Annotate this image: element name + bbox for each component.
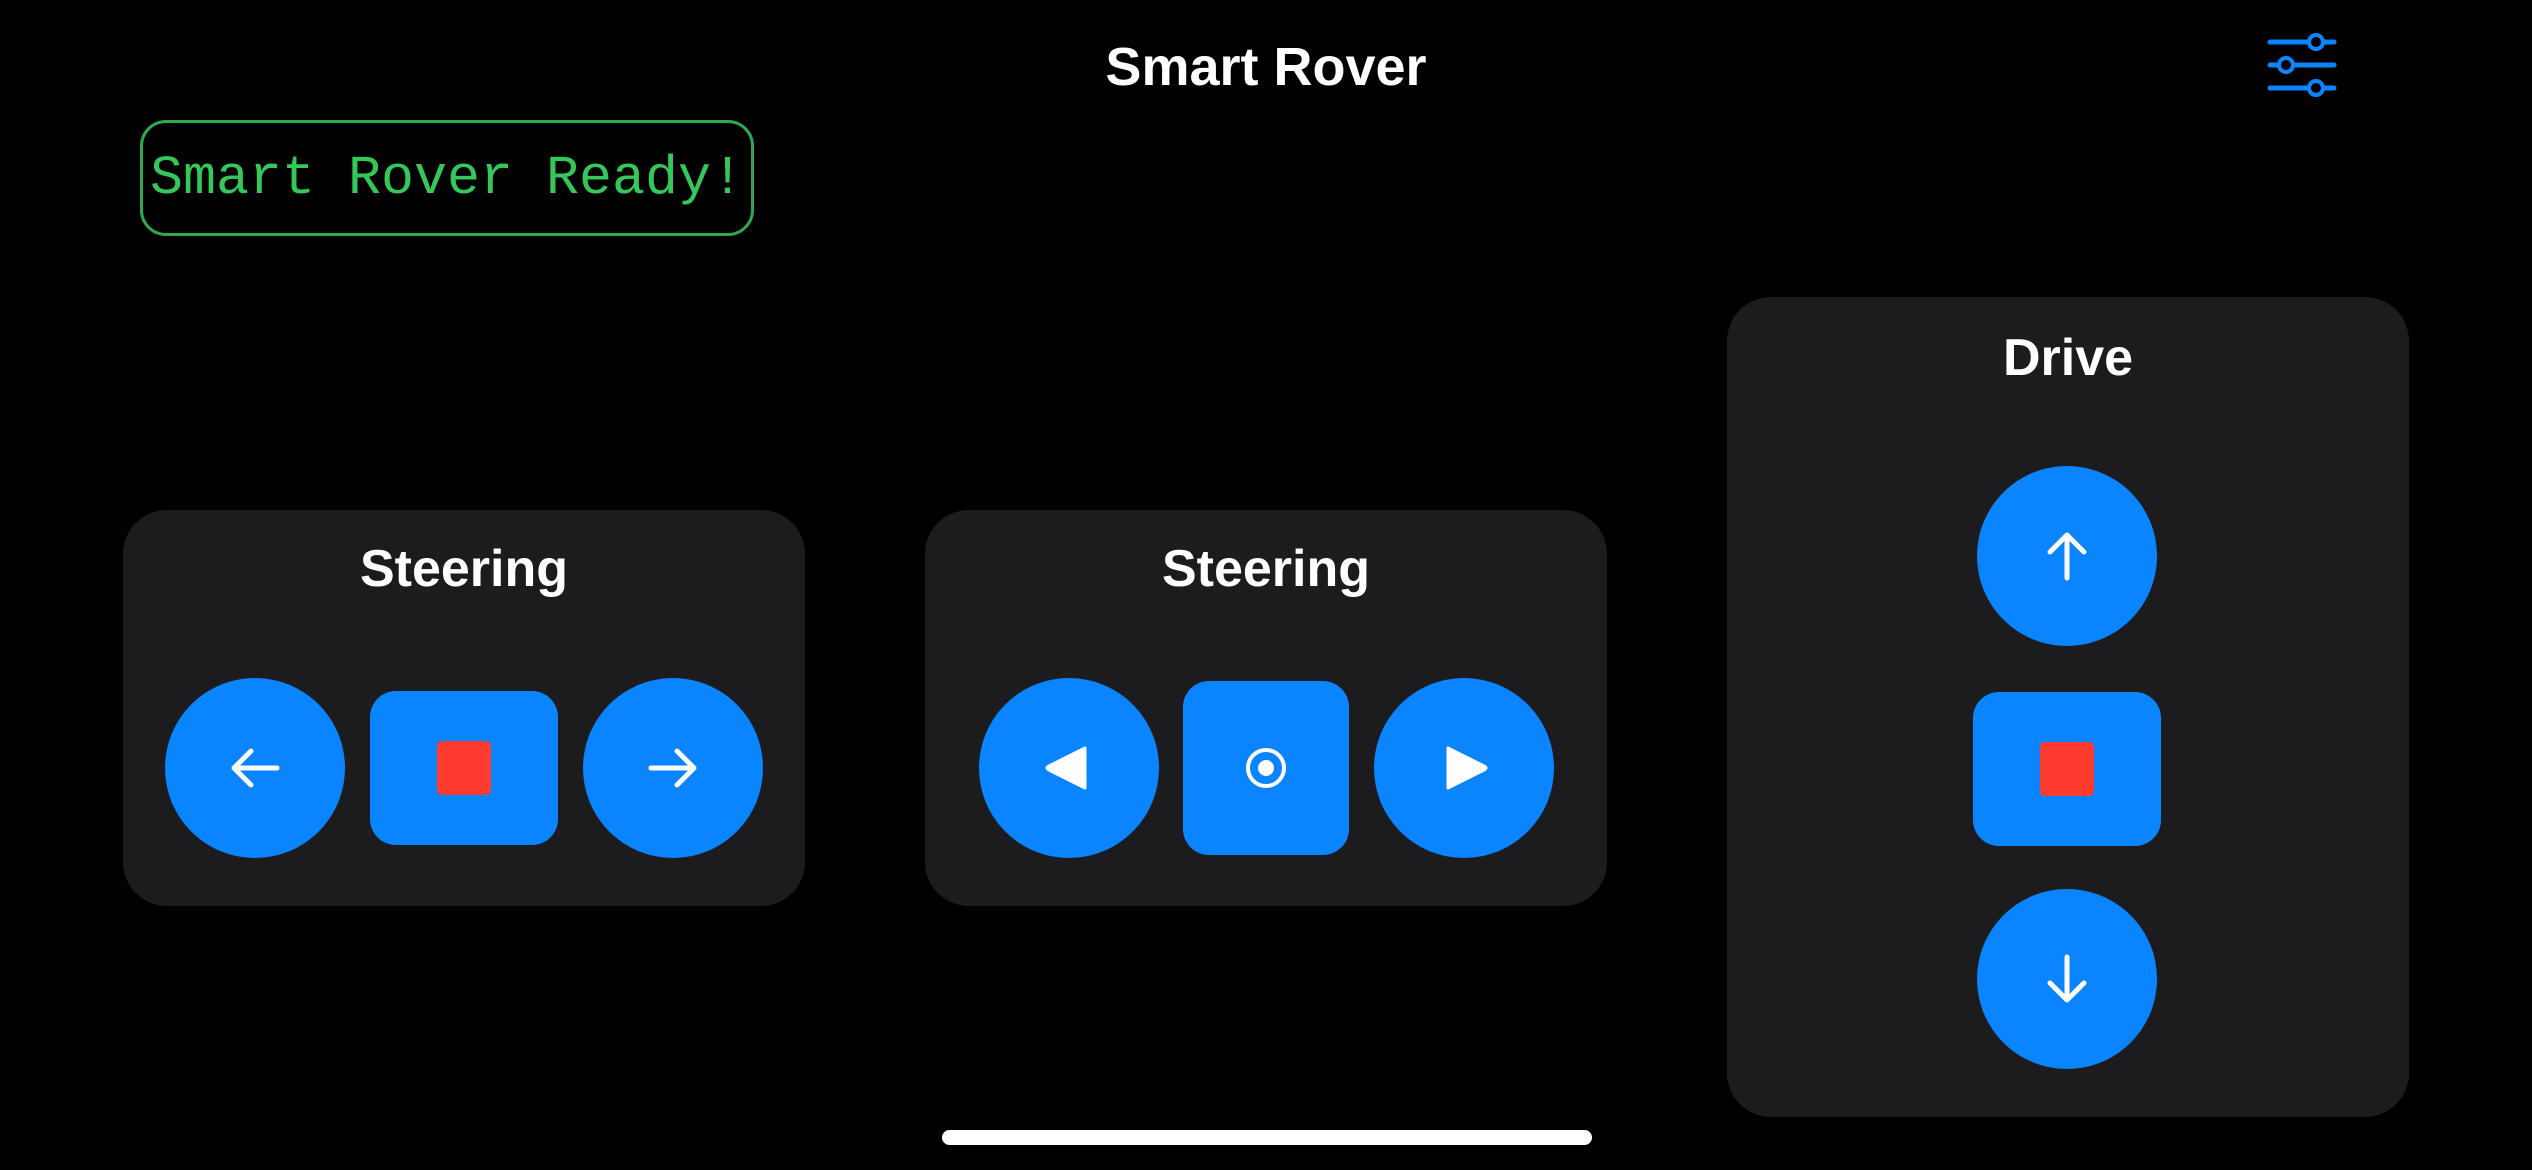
center-button[interactable] xyxy=(1183,681,1349,855)
arrow-down-icon xyxy=(2047,954,2087,1003)
arrow-up-icon xyxy=(2047,532,2087,581)
settings-button[interactable] xyxy=(2262,30,2342,100)
triangle-left-icon xyxy=(1045,746,1087,790)
stop-square-icon xyxy=(437,741,491,795)
arrow-left-icon xyxy=(231,748,280,788)
steering-panel-triangles: Steering xyxy=(925,510,1607,906)
steering-panel-arrows: Steering xyxy=(123,510,805,906)
turn-left-button[interactable] xyxy=(979,678,1159,858)
triangle-right-icon xyxy=(1446,746,1488,790)
drive-forward-button[interactable] xyxy=(1977,466,2157,646)
stop-square-icon xyxy=(2040,742,2094,796)
steer-stop-button[interactable] xyxy=(370,691,558,845)
sliders-icon xyxy=(2267,33,2337,97)
rover-control-screen: Smart Rover Smart Rover Ready! Steering xyxy=(0,0,2532,1170)
drive-panel: Drive xyxy=(1727,297,2409,1117)
center-dot-icon xyxy=(1246,748,1286,788)
drive-stop-button[interactable] xyxy=(1973,692,2161,846)
steer-left-button[interactable] xyxy=(165,678,345,858)
drive-reverse-button[interactable] xyxy=(1977,889,2157,1069)
panel-title: Steering xyxy=(1161,540,1371,598)
status-message: Smart Rover Ready! xyxy=(140,120,754,236)
panel-title: Drive xyxy=(2002,329,2134,387)
arrow-right-icon xyxy=(648,748,697,788)
turn-right-button[interactable] xyxy=(1374,678,1554,858)
home-indicator[interactable] xyxy=(942,1130,1592,1145)
app-title: Smart Rover xyxy=(1105,37,1427,97)
panel-title: Steering xyxy=(359,540,569,598)
steer-right-button[interactable] xyxy=(583,678,763,858)
